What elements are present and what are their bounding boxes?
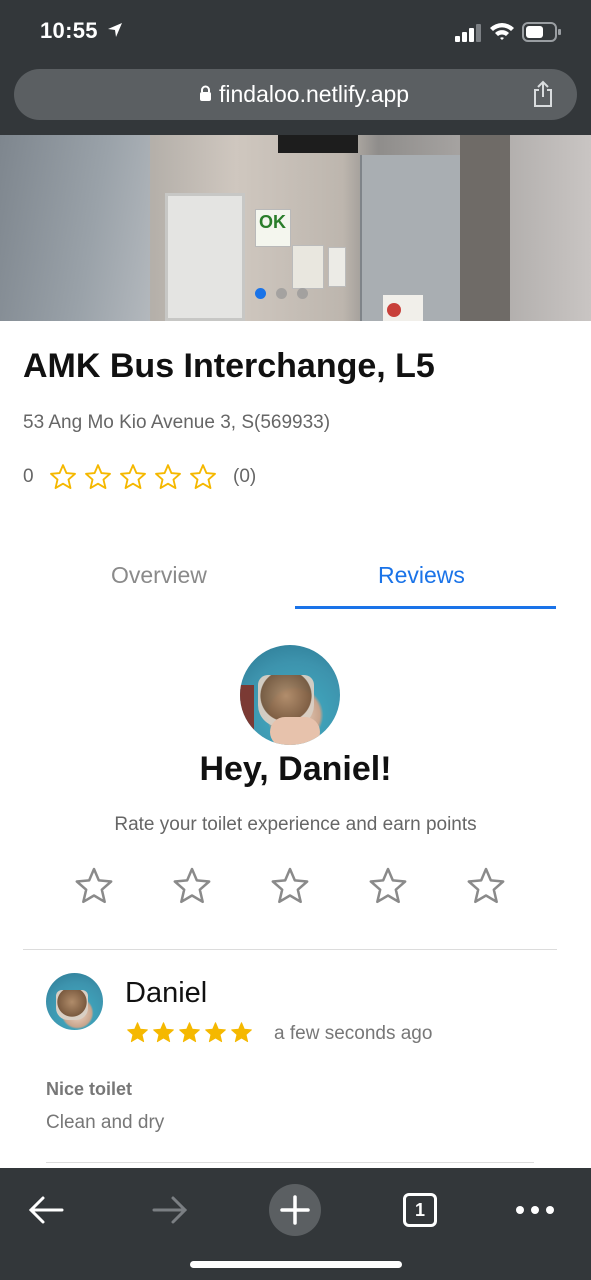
share-icon[interactable] <box>531 80 555 108</box>
hero-photo[interactable]: OK <box>0 135 591 321</box>
photo-door <box>165 193 245 321</box>
tab-reviews[interactable]: Reviews <box>378 562 465 589</box>
back-button[interactable] <box>14 1178 78 1242</box>
photo-poster <box>292 245 324 289</box>
carousel-dot[interactable] <box>297 288 308 299</box>
review-stars <box>126 1021 253 1044</box>
star-outline-icon <box>50 464 76 490</box>
tab-switcher-button[interactable]: 1 <box>388 1178 452 1242</box>
divider <box>23 949 557 950</box>
rate-star-1-icon[interactable] <box>74 866 114 906</box>
place-name: AMK Bus Interchange, L5 <box>23 347 435 385</box>
star-filled-icon <box>231 1022 252 1043</box>
tab-overview[interactable]: Overview <box>111 562 207 589</box>
rate-star-4-icon[interactable] <box>368 866 408 906</box>
more-dots-icon <box>516 1206 554 1214</box>
review-author: Daniel <box>125 977 208 1009</box>
reviewer-avatar <box>46 973 103 1030</box>
tab-count: 1 <box>403 1193 437 1227</box>
rating-stars <box>49 463 217 491</box>
photo-poster <box>328 247 346 287</box>
review-time: a few seconds ago <box>274 1023 433 1044</box>
back-arrow-icon <box>28 1196 64 1224</box>
wifi-icon <box>490 23 514 40</box>
battery-icon <box>522 22 561 42</box>
rate-star-5-icon[interactable] <box>466 866 506 906</box>
photo-ceiling <box>278 135 358 153</box>
photo-pillar <box>460 135 510 321</box>
star-filled-icon <box>127 1022 148 1043</box>
rate-star-2-icon[interactable] <box>172 866 212 906</box>
rating-value: 0 <box>23 466 34 487</box>
divider <box>46 1162 534 1163</box>
active-tab-indicator <box>295 606 556 609</box>
forward-button[interactable] <box>138 1178 202 1242</box>
rate-prompt: Rate your toilet experience and earn poi… <box>114 814 477 835</box>
star-filled-icon <box>179 1022 200 1043</box>
rate-stars <box>74 866 506 906</box>
carousel-dots <box>255 288 308 300</box>
star-filled-icon <box>153 1022 174 1043</box>
photo-wall <box>0 135 150 321</box>
greeting-title: Hey, Daniel! <box>199 750 392 788</box>
status-time: 10:55 <box>40 18 98 43</box>
rating-count: (0) <box>233 466 257 487</box>
star-outline-icon <box>155 464 181 490</box>
place-rating: 0 (0) <box>23 461 256 493</box>
star-outline-icon <box>120 464 146 490</box>
photo-sign: OK <box>255 209 291 247</box>
star-outline-icon <box>190 464 216 490</box>
forward-arrow-icon <box>152 1196 188 1224</box>
location-arrow-icon <box>108 23 122 37</box>
review-title: Nice toilet <box>46 1079 133 1099</box>
review-body: Clean and dry <box>46 1112 165 1133</box>
star-filled-icon <box>205 1022 226 1043</box>
plus-icon <box>280 1195 310 1225</box>
address-bar[interactable]: findaloo.netlify.app <box>14 69 577 120</box>
new-tab-button[interactable] <box>263 1178 327 1242</box>
carousel-dot[interactable] <box>255 288 266 299</box>
star-outline-icon <box>85 464 111 490</box>
cellular-signal-icon <box>455 24 481 42</box>
more-menu-button[interactable] <box>503 1178 567 1242</box>
user-avatar <box>240 645 340 745</box>
lock-icon <box>200 85 211 101</box>
place-address: 53 Ang Mo Kio Avenue 3, S(569933) <box>23 412 331 433</box>
carousel-dot[interactable] <box>276 288 287 299</box>
url-text: findaloo.netlify.app <box>219 81 410 107</box>
home-indicator <box>190 1261 402 1268</box>
rate-star-3-icon[interactable] <box>270 866 310 906</box>
photo-badge <box>383 295 423 321</box>
browser-top-bar: 10:55 findaloo.netlify.app <box>0 0 591 135</box>
